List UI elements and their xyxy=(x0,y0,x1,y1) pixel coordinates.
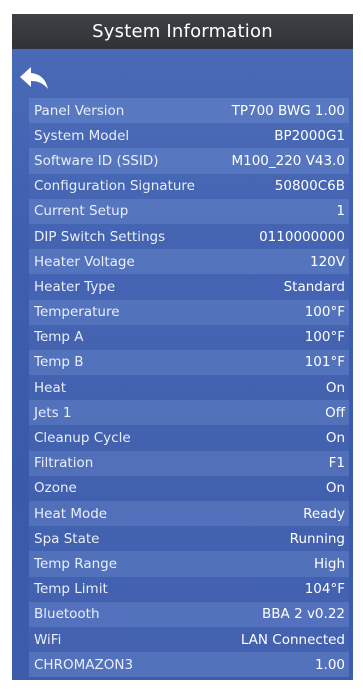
info-label: Configuration Signature xyxy=(34,178,195,195)
info-label: DIP Switch Settings xyxy=(34,228,166,245)
info-value: LAN Connected xyxy=(240,631,345,648)
info-row: Filtration F1 xyxy=(29,450,349,476)
info-value: 50800C6B xyxy=(274,178,345,195)
info-value: M100_220 V43.0 xyxy=(231,152,345,169)
info-row: Temp B 101°F xyxy=(29,349,349,376)
info-row: Heater Type Standard xyxy=(29,274,349,300)
info-label: Spa State xyxy=(34,530,100,547)
info-value: TP700 BWG 1.00 xyxy=(231,102,345,119)
info-value: 104°F xyxy=(304,581,345,598)
info-value: Standard xyxy=(283,278,345,295)
info-label: Cleanup Cycle xyxy=(34,430,131,447)
info-value: 100°F xyxy=(304,304,345,321)
system-information-screen: System Information Panel Version TP700 BW… xyxy=(12,14,353,680)
info-row: CHROMAZON3 1.00 xyxy=(29,652,349,678)
info-row: Jets 1 Off xyxy=(29,400,349,426)
info-row: Cleanup Cycle On xyxy=(29,425,349,451)
info-label: Temp B xyxy=(34,354,84,371)
info-row: Panel Version TP700 BWG 1.00 xyxy=(29,98,349,124)
info-row: Heat On xyxy=(29,375,349,401)
info-row: Spa State Running xyxy=(29,526,349,552)
info-row: Heat Mode Ready xyxy=(29,501,349,527)
system-info-table: Panel Version TP700 BWG 1.00 System Model… xyxy=(29,98,349,678)
info-value: On xyxy=(325,379,345,396)
info-label: WiFi xyxy=(34,631,62,648)
info-label: Filtration xyxy=(34,455,94,472)
info-label: Panel Version xyxy=(34,102,125,119)
info-value: BBA 2 v0.22 xyxy=(262,606,345,623)
info-label: Heater Type xyxy=(34,278,116,295)
info-row: Current Setup 1 xyxy=(29,198,349,224)
info-value: On xyxy=(325,430,345,447)
info-value: 100°F xyxy=(304,329,345,346)
info-value: 1 xyxy=(336,203,345,220)
info-row: Bluetooth BBA 2 v0.22 xyxy=(29,601,349,627)
info-value: 1.00 xyxy=(314,656,345,673)
info-label: Heater Voltage xyxy=(34,253,135,270)
info-label: Software ID (SSID) xyxy=(34,152,159,169)
info-value: High xyxy=(313,555,345,572)
info-row: Temp Limit 104°F xyxy=(29,576,349,602)
info-value: Running xyxy=(289,530,345,547)
info-label: Temperature xyxy=(34,304,120,321)
info-value: On xyxy=(325,480,345,497)
info-label: System Model xyxy=(34,127,130,144)
info-row: System Model BP2000G1 xyxy=(29,123,349,149)
info-label: Temp Range xyxy=(34,555,118,572)
info-row: DIP Switch Settings 0110000000 xyxy=(29,223,349,250)
info-label: Jets 1 xyxy=(34,404,72,421)
info-row: Configuration Signature 50800C6B xyxy=(29,173,349,199)
info-value: BP2000G1 xyxy=(274,127,345,144)
back-button[interactable] xyxy=(17,64,51,92)
info-value: Ready xyxy=(303,505,345,522)
info-label: Heat xyxy=(34,379,67,396)
info-value: 0110000000 xyxy=(259,228,345,245)
info-label: Heat Mode xyxy=(34,505,108,522)
info-row: Software ID (SSID) M100_220 V43.0 xyxy=(29,148,349,174)
info-row: Ozone On xyxy=(29,475,349,501)
info-row: Heater Voltage 120V xyxy=(29,249,349,275)
info-value: 120V xyxy=(309,253,345,270)
page-title: System Information xyxy=(12,14,353,49)
info-label: Bluetooth xyxy=(34,606,100,623)
info-label: Temp Limit xyxy=(34,581,108,598)
info-label: Current Setup xyxy=(34,203,129,220)
back-arrow-icon xyxy=(20,67,48,89)
info-row: Temp A 100°F xyxy=(29,324,349,350)
info-row: WiFi LAN Connected xyxy=(29,626,349,653)
info-value: Off xyxy=(325,404,345,421)
info-value: 101°F xyxy=(304,354,345,371)
info-label: CHROMAZON3 xyxy=(34,656,134,673)
info-row: Temperature 100°F xyxy=(29,299,349,325)
info-row: Temp Range High xyxy=(29,551,349,577)
info-label: Temp A xyxy=(34,329,84,346)
info-label: Ozone xyxy=(34,480,77,497)
info-value: F1 xyxy=(328,455,345,472)
